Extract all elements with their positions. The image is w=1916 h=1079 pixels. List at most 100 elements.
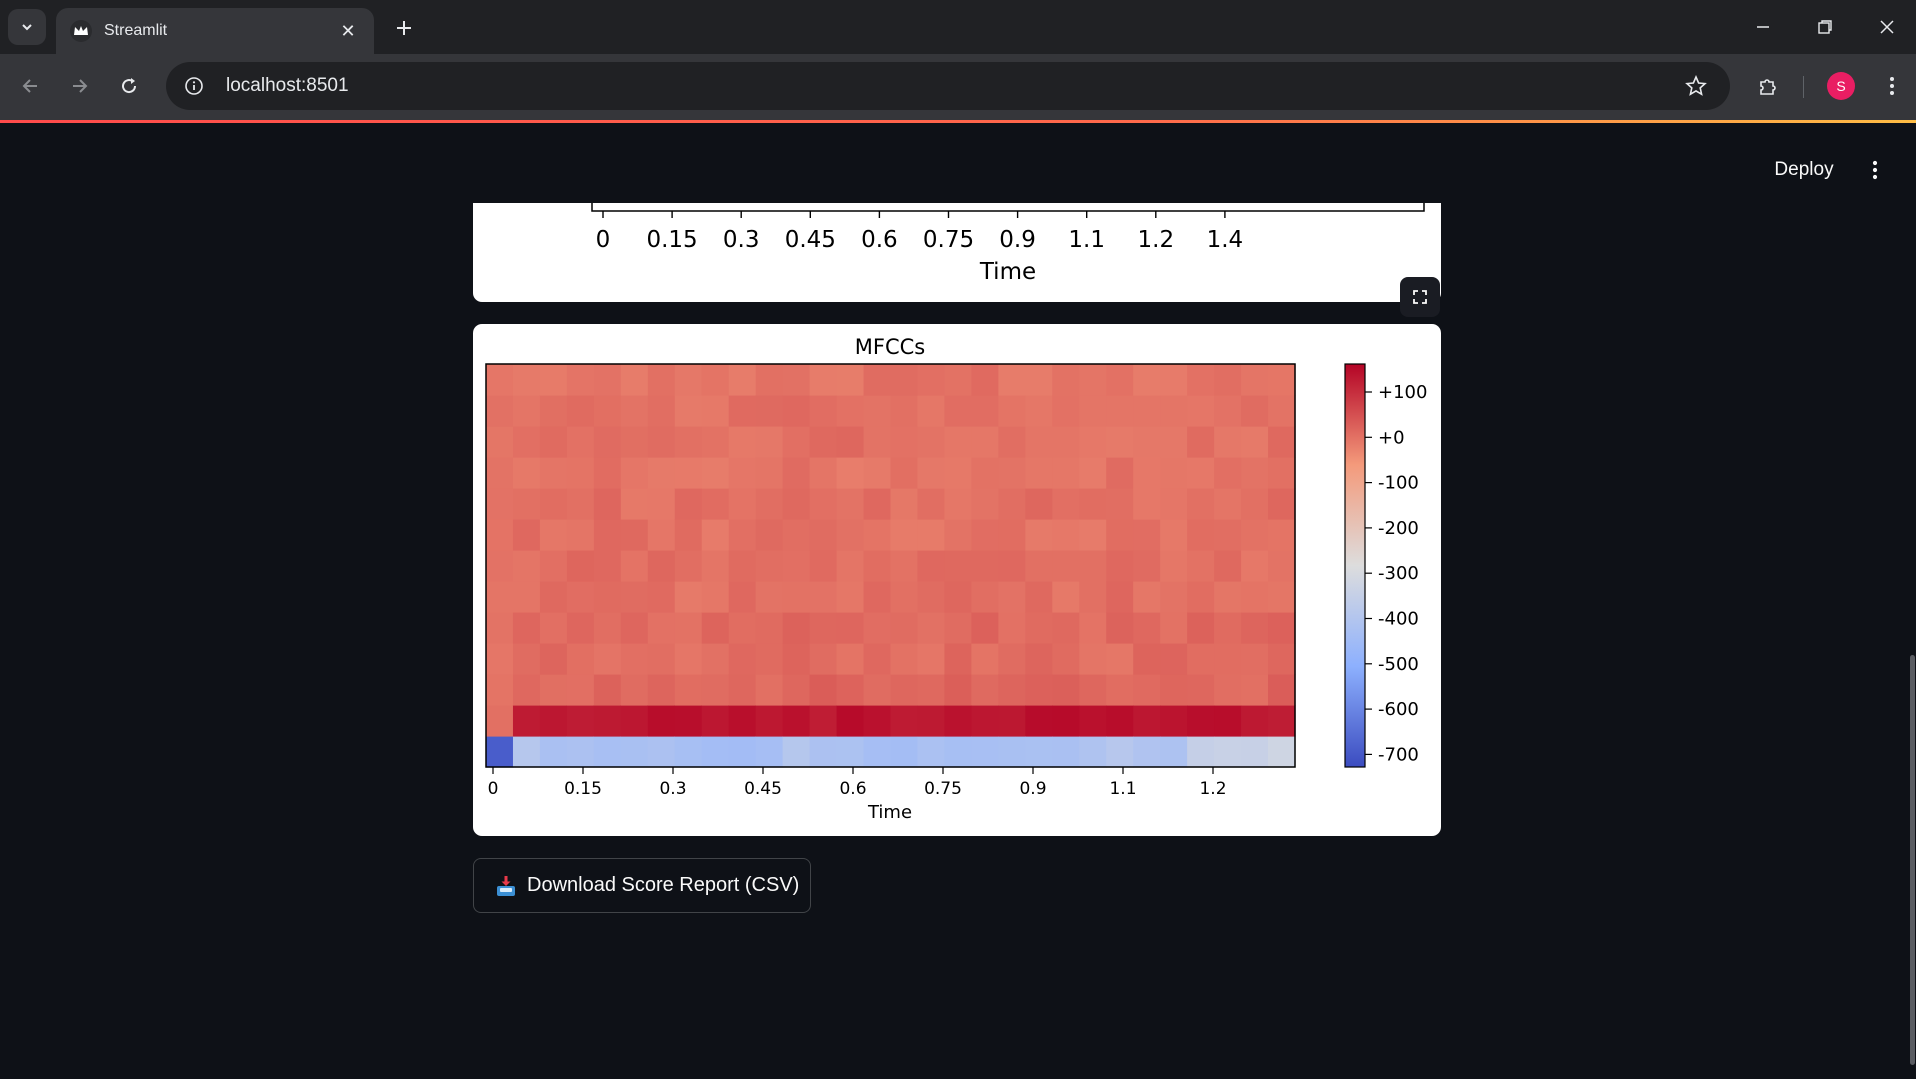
heatmap-cell [1133,643,1161,675]
url-text[interactable]: localhost:8501 [226,75,1676,97]
heatmap-cell [674,674,703,706]
heatmap-cell [1079,581,1107,613]
heatmap-cell [890,426,919,458]
heatmap-cell [1214,736,1242,768]
close-window-button[interactable] [1856,0,1916,54]
heatmap-cell [1079,395,1107,427]
new-tab-button[interactable] [388,12,420,44]
heatmap-cell [539,488,568,520]
reload-button[interactable] [111,68,147,104]
site-info-icon[interactable] [174,66,214,106]
heatmap-cell [809,705,838,737]
heatmap-cell [1079,426,1107,458]
heatmap-cell [1079,736,1107,768]
heatmap-cell [890,705,919,737]
heatmap-cell [1025,550,1053,582]
deploy-button[interactable]: Deploy [1762,153,1846,187]
heatmap-cell [1025,488,1053,520]
browser-menu-button[interactable] [1874,68,1910,104]
x-tick-label: 0.6 [861,227,898,253]
heatmap-cell [1187,705,1215,737]
heatmap-cell [782,395,811,427]
heatmap-cell [1025,643,1053,675]
heatmap-cell [566,395,595,427]
reload-icon [122,78,137,94]
heatmap-cell [1133,705,1161,737]
extensions-button[interactable] [1750,68,1786,104]
heatmap-cell [1106,457,1134,489]
heatmap-cell [836,581,865,613]
tab-close-icon[interactable]: ✕ [336,21,360,42]
heatmap-cell [755,426,784,458]
heatmap-cell [836,364,865,396]
heatmap-cell [593,612,622,644]
heatmap-cell [998,364,1026,396]
profile-avatar[interactable]: S [1827,72,1855,100]
heatmap-cell [782,550,811,582]
x-tick-label: 0 [596,227,611,253]
heatmap-cell [863,519,892,551]
heatmap-cell [890,395,919,427]
heatmap-cell [782,581,811,613]
heatmap-cell [782,364,811,396]
heatmap-cell [647,395,676,427]
x-tick-label: 0.75 [924,779,962,799]
browser-tab[interactable]: Streamlit ✕ [56,8,374,54]
heatmap-cell [755,736,784,768]
download-csv-button[interactable]: Download Score Report (CSV) [473,858,811,913]
x-tick-label: 1.2 [1199,779,1226,799]
heatmap-cell [1106,736,1134,768]
heatmap-cell [539,674,568,706]
colorbar-tick-label: -100 [1378,473,1419,494]
heatmap-cell [863,550,892,582]
heatmap-cell [593,581,622,613]
heatmap-cell [1214,581,1242,613]
heatmap-cell [809,426,838,458]
colorbar-tick-label: -500 [1378,654,1419,675]
heatmap-cell [971,643,999,675]
heatmap-cell [1160,612,1188,644]
heatmap-cell [836,612,865,644]
streamlit-crown-icon [70,20,92,42]
heatmap-cell [1187,364,1215,396]
heatmap-cell [486,395,514,427]
heatmap-cell [539,643,568,675]
heatmap-cell [944,581,972,613]
heatmap-cell [944,364,972,396]
forward-button[interactable] [61,68,97,104]
heatmap-cell [971,612,999,644]
heatmap-cell [1025,457,1053,489]
heatmap-cell [998,395,1026,427]
heatmap-cell [620,519,649,551]
heatmap-cell [674,581,703,613]
heatmap-cell [647,426,676,458]
heatmap-cell [647,736,676,768]
address-bar[interactable]: localhost:8501 [166,62,1730,110]
minimize-button[interactable] [1732,0,1794,54]
mfcc-chart-panel: MFCCs 0 0.15 0.3 0.45 0.6 0.75 0.9 1.1 1.2 Time … [473,324,1441,836]
app-main-menu-button[interactable] [1858,153,1892,187]
bookmark-star-icon[interactable] [1676,66,1716,106]
heatmap-cell [728,643,757,675]
heatmap-cell [593,705,622,737]
heatmap-cell [917,395,946,427]
heatmap-cell [486,612,514,644]
heatmap-cell [701,364,730,396]
heatmap-cell [971,581,999,613]
heatmap-cell [1025,612,1053,644]
heatmap-cell [1052,736,1080,768]
tab-search-button[interactable] [8,9,46,45]
x-tick-label: 1.1 [1068,227,1105,253]
heatmap-cell [674,488,703,520]
fullscreen-button[interactable] [1400,277,1440,317]
heatmap-cell [728,736,757,768]
heatmap-cell [971,488,999,520]
heatmap-cell [1160,550,1188,582]
heatmap-cell [620,488,649,520]
back-button[interactable] [13,68,49,104]
heatmap-cell [971,364,999,396]
heatmap-cell [593,550,622,582]
scrollbar-thumb[interactable] [1910,655,1915,1065]
restore-button[interactable] [1794,0,1856,54]
heatmap-cell [1268,581,1296,613]
